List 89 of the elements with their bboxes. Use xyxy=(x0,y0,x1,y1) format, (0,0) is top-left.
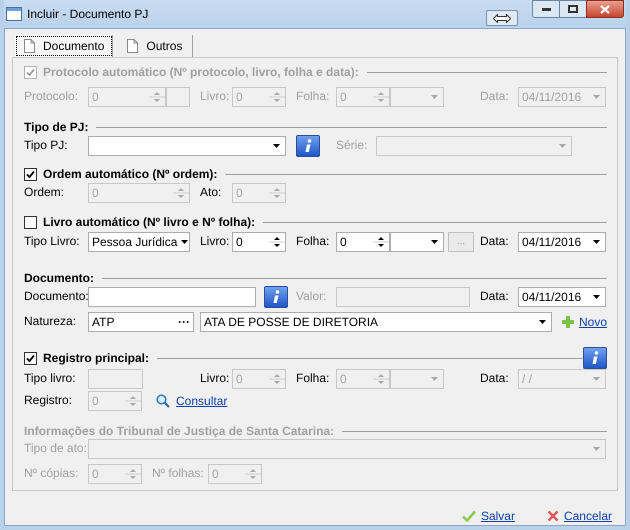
dropdown-arrow-icon xyxy=(273,144,280,148)
field-label: Tipo de ato: xyxy=(24,441,87,455)
dropdown-arrow-icon xyxy=(181,240,188,244)
maximize-button[interactable] xyxy=(560,0,586,18)
dropdown-arrow-icon xyxy=(593,95,600,99)
field-label: Data: xyxy=(480,89,509,103)
field-label: Tipo PJ: xyxy=(24,138,68,152)
info-icon xyxy=(591,351,599,365)
checkbox[interactable] xyxy=(24,352,37,364)
document-icon xyxy=(127,39,138,53)
field-label: Folha: xyxy=(296,234,330,248)
resize-button[interactable] xyxy=(486,10,518,26)
info-icon xyxy=(272,290,280,304)
cross-icon xyxy=(546,510,559,522)
dropdown-field[interactable]: ATA DE POSSE DE DIRETORIA xyxy=(200,312,552,332)
section-title: Protocolo automático (Nº protocolo, livro, folha e data): xyxy=(43,64,359,81)
spin-field[interactable]: 0 xyxy=(232,232,286,252)
dropdown-field[interactable] xyxy=(390,232,444,252)
text-field[interactable] xyxy=(336,287,470,307)
section-title: Livro automático (Nº livro e Nº folha): xyxy=(43,214,256,231)
dropdown-field[interactable] xyxy=(390,87,444,107)
dropdown-arrow-icon xyxy=(593,447,600,451)
section-title: Registro principal: xyxy=(43,350,150,367)
checkbox[interactable] xyxy=(24,168,37,180)
field-label: Folha: xyxy=(296,371,330,385)
info-icon xyxy=(304,139,312,153)
field-label: Nº cópias: xyxy=(24,466,78,480)
save-button[interactable]: Salvar xyxy=(462,507,515,525)
cancel-button[interactable]: Cancelar xyxy=(546,507,612,525)
field-label: Ato: xyxy=(200,185,222,199)
minimize-icon xyxy=(542,8,550,10)
dropdown-arrow-icon xyxy=(593,240,600,244)
field-label: Data: xyxy=(480,234,509,248)
dropdown-arrow-icon xyxy=(593,295,600,299)
window-icon xyxy=(6,7,22,21)
text-field[interactable] xyxy=(166,87,190,107)
spin-field[interactable]: 0 xyxy=(336,232,390,252)
checkbox[interactable] xyxy=(24,216,37,228)
dropdown-field[interactable] xyxy=(376,136,572,156)
close-icon xyxy=(600,4,610,14)
document-icon xyxy=(24,39,35,53)
field-label: Ordem: xyxy=(24,185,64,199)
field-label: Natureza: xyxy=(24,314,76,328)
dropdown-field[interactable]: 04/11/2016 xyxy=(518,287,606,307)
checkmark-icon xyxy=(462,510,476,522)
section-title: Ordem automático (Nº ordem): xyxy=(43,166,218,183)
code-field[interactable]: ATP ··· xyxy=(88,312,194,332)
field-label: Tipo Livro: xyxy=(24,234,80,248)
dropdown-arrow-icon xyxy=(559,144,566,148)
field-label: Tipo livro: xyxy=(24,371,76,385)
plus-icon xyxy=(562,316,574,328)
field-label: Protocolo: xyxy=(24,89,78,103)
dropdown-arrow-icon xyxy=(539,320,546,324)
search-icon xyxy=(156,394,170,408)
tab[interactable]: Documento xyxy=(15,35,114,57)
info-button[interactable] xyxy=(296,135,320,157)
dropdown-arrow-icon xyxy=(431,240,438,244)
dropdown-arrow-icon xyxy=(431,95,438,99)
dropdown-field[interactable] xyxy=(88,439,606,459)
field-label: Documento: xyxy=(24,289,89,303)
dropdown-field[interactable]: Pessoa Jurídica xyxy=(88,232,190,252)
minimize-button[interactable] xyxy=(532,0,560,18)
consultar-link[interactable]: Consultar xyxy=(176,392,228,410)
info-button[interactable] xyxy=(583,347,607,369)
double-arrow-icon xyxy=(493,14,511,22)
field-label: Nº folhas: xyxy=(152,466,204,480)
dropdown-field[interactable] xyxy=(88,136,286,156)
novo-link[interactable]: Novo xyxy=(578,313,607,331)
dropdown-arrow-icon xyxy=(431,377,438,381)
info-button[interactable] xyxy=(264,286,288,308)
field-label: Série: xyxy=(336,138,368,152)
dropdown-arrow-icon xyxy=(593,377,600,381)
field-label: Folha: xyxy=(296,89,330,103)
lookup-button[interactable]: ··· xyxy=(175,314,193,330)
field-label: Livro: xyxy=(200,234,230,248)
field-label: Livro: xyxy=(200,89,230,103)
field-label: Registro: xyxy=(24,393,72,407)
section-title: Informações do Tribunal de Justiça de Santa Catarina: xyxy=(24,423,334,440)
text-field[interactable] xyxy=(88,287,256,307)
section-title: Tipo de PJ: xyxy=(24,119,88,136)
field-label: Data: xyxy=(480,371,509,385)
close-button[interactable] xyxy=(586,0,624,18)
maximize-icon xyxy=(568,5,578,13)
field-label: Valor: xyxy=(296,289,326,303)
window-title: Incluir - Documento PJ xyxy=(27,6,148,23)
field-label: Livro: xyxy=(200,371,230,385)
dropdown-field[interactable]: 04/11/2016 xyxy=(518,232,606,252)
section-title: Documento: xyxy=(24,270,94,287)
field-label: Data: xyxy=(480,289,509,303)
